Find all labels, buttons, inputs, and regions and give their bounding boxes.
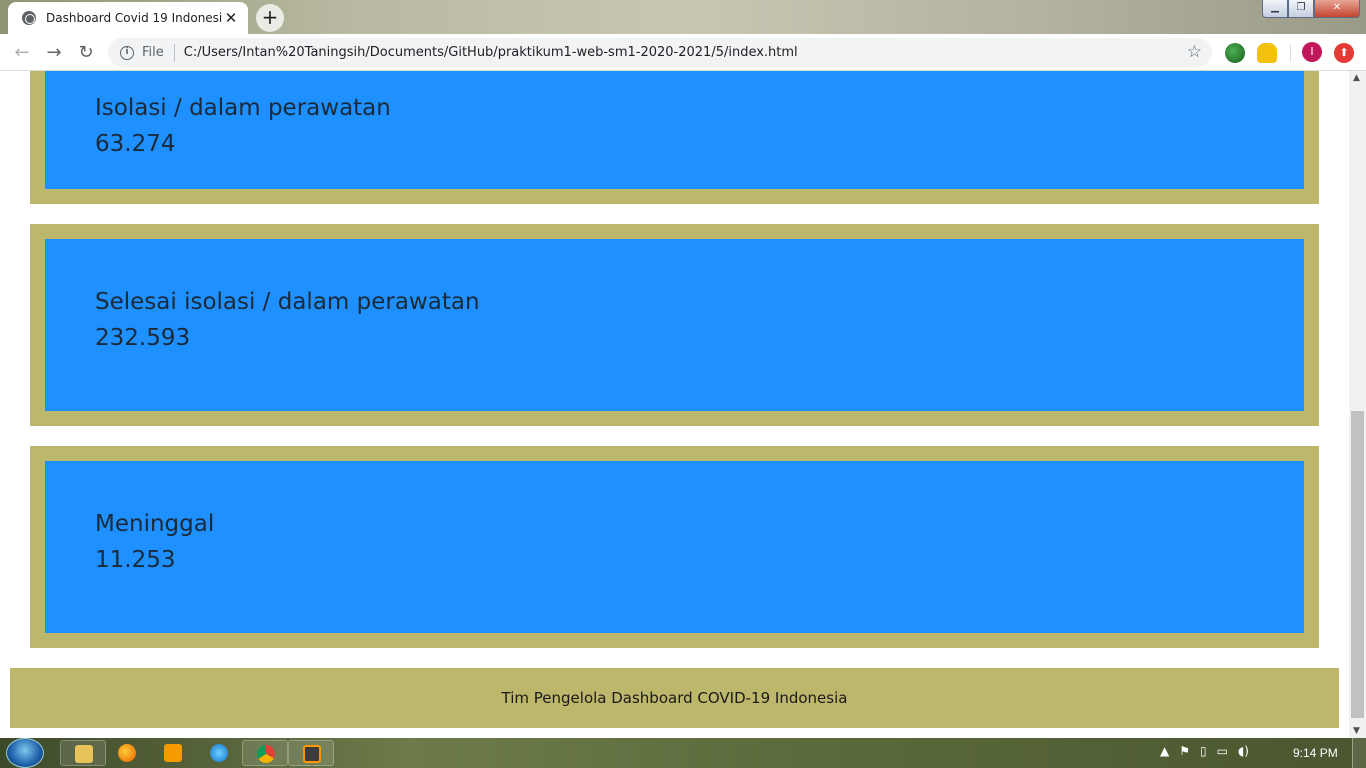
taskbar-sublime-text[interactable] — [288, 740, 334, 766]
taskbar-file-explorer[interactable] — [60, 740, 106, 766]
address-separator — [173, 43, 175, 62]
close-window-button[interactable]: ✕ — [1314, 0, 1360, 18]
stat-card-deaths: Meninggal 11.253 — [30, 446, 1319, 648]
stat-card-inner: Isolasi / dalam perawatan 63.274 — [45, 71, 1304, 189]
profile-avatar[interactable]: I — [1302, 42, 1322, 62]
taskbar-edge[interactable] — [196, 738, 242, 768]
media-player-icon — [164, 744, 182, 762]
browser-toolbar: ← → ↻ i File C:/Users/Intan%20Taningsih/… — [0, 34, 1366, 71]
stat-card-inner: Selesai isolasi / dalam perawatan 232.59… — [45, 239, 1304, 411]
stat-value: 232.593 — [95, 325, 191, 351]
vertical-scrollbar[interactable]: ▲ ▼ — [1349, 71, 1366, 738]
scroll-down-icon[interactable]: ▼ — [1353, 726, 1360, 736]
stat-value: 63.274 — [95, 131, 176, 157]
address-bar[interactable]: i File C:/Users/Intan%20Taningsih/Docume… — [108, 38, 1212, 67]
action-center-flag-icon[interactable]: ⚑ — [1179, 744, 1190, 758]
earth-extension-icon[interactable] — [1225, 43, 1245, 63]
browser-tab-active[interactable]: Dashboard Covid 19 Indonesia ✕ — [8, 2, 248, 34]
tab-title: Dashboard Covid 19 Indonesia — [46, 11, 222, 25]
reload-button[interactable]: ↻ — [70, 42, 102, 63]
tab-close-icon[interactable]: ✕ — [222, 9, 240, 27]
stat-card-inner: Meninggal 11.253 — [45, 461, 1304, 633]
browser-title-bar: Dashboard Covid 19 Indonesia ✕ + ▁ ❐ ✕ — [0, 0, 1366, 34]
info-icon[interactable]: i — [120, 45, 134, 60]
scrollbar-thumb[interactable] — [1351, 411, 1364, 718]
stat-title: Selesai isolasi / dalam perawatan — [95, 289, 480, 315]
stat-card-recovered: Selesai isolasi / dalam perawatan 232.59… — [30, 224, 1319, 426]
star-icon[interactable]: ☆ — [1187, 42, 1202, 62]
page-footer: Tim Pengelola Dashboard COVID-19 Indones… — [10, 668, 1339, 728]
address-scheme-label: File — [142, 45, 164, 60]
minimize-button[interactable]: ▁ — [1262, 0, 1288, 18]
page-viewport: Isolasi / dalam perawatan 63.274 Selesai… — [0, 71, 1349, 738]
chrome-icon — [257, 745, 275, 763]
scroll-up-icon[interactable]: ▲ — [1353, 73, 1360, 83]
firefox-icon — [118, 744, 136, 762]
forward-button[interactable]: → — [38, 42, 70, 63]
upload-extension-icon[interactable]: ⬆ — [1334, 43, 1354, 63]
ghost-extension-icon[interactable] — [1257, 43, 1277, 63]
stat-title: Isolasi / dalam perawatan — [95, 95, 391, 121]
device-icon[interactable]: ▯ — [1200, 744, 1207, 758]
system-tray: ▲ ⚑ ▯ ▭ ◖) — [1160, 744, 1249, 758]
taskbar-clock[interactable]: 9:14 PM — [1293, 746, 1338, 760]
windows-taskbar: ▲ ⚑ ▯ ▭ ◖) 9:14 PM — [0, 738, 1366, 768]
back-button[interactable]: ← — [6, 42, 38, 63]
footer-text: Tim Pengelola Dashboard COVID-19 Indones… — [501, 689, 848, 707]
globe-icon — [22, 11, 36, 25]
taskbar-media-player[interactable] — [150, 738, 196, 768]
stat-title: Meninggal — [95, 511, 215, 537]
network-icon[interactable]: ▭ — [1217, 744, 1228, 758]
file-explorer-icon — [75, 745, 93, 763]
sublime-text-icon — [303, 745, 321, 763]
stat-value: 11.253 — [95, 547, 176, 573]
tray-expand-icon[interactable]: ▲ — [1160, 744, 1169, 758]
start-button[interactable] — [6, 738, 44, 768]
show-desktop-button[interactable] — [1352, 738, 1366, 768]
taskbar-chrome[interactable] — [242, 740, 288, 766]
stat-card-isolation: Isolasi / dalam perawatan 63.274 — [30, 71, 1319, 204]
taskbar-firefox[interactable] — [104, 738, 150, 768]
url-text[interactable]: C:/Users/Intan%20Taningsih/Documents/Git… — [184, 45, 798, 60]
toolbar-divider — [1290, 44, 1291, 62]
window-controls: ▁ ❐ ✕ — [1262, 0, 1360, 18]
edge-icon — [210, 744, 228, 762]
maximize-button[interactable]: ❐ — [1288, 0, 1314, 18]
new-tab-button[interactable]: + — [256, 4, 284, 32]
volume-icon[interactable]: ◖) — [1238, 744, 1249, 758]
